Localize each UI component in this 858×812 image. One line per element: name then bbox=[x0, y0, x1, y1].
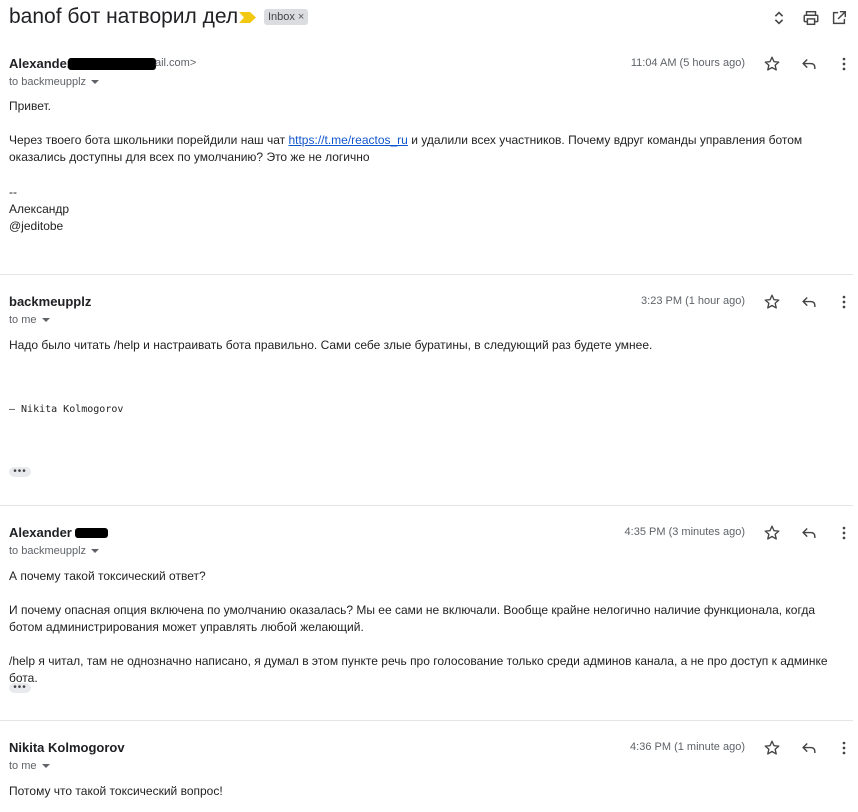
recipient-dropdown[interactable]: to backmeupplz bbox=[9, 76, 100, 88]
sender-name[interactable]: Alexander bbox=[9, 525, 72, 540]
recipient-text: to me bbox=[9, 760, 37, 772]
inbox-label-text: Inbox bbox=[268, 11, 295, 23]
redacted-surname bbox=[75, 528, 108, 538]
sender-name[interactable]: Alexander bbox=[9, 56, 72, 71]
message-time: 4:36 PM (1 minute ago) bbox=[630, 741, 745, 753]
more-options-icon[interactable] bbox=[834, 292, 854, 312]
message-time: 11:04 AM (5 hours ago) bbox=[630, 57, 745, 69]
more-options-icon[interactable] bbox=[834, 738, 854, 758]
recipient-text: to me bbox=[9, 314, 37, 326]
more-options-icon[interactable] bbox=[834, 54, 854, 74]
body-paragraph: А почему такой токсический ответ? bbox=[9, 569, 206, 583]
redacted-email bbox=[68, 58, 156, 70]
signature-handle: @jeditobe bbox=[9, 219, 64, 233]
show-trimmed-content-button[interactable]: ••• bbox=[9, 467, 31, 477]
star-icon[interactable] bbox=[762, 54, 782, 74]
open-in-new-window-icon[interactable] bbox=[829, 8, 849, 28]
body-paragraph: Через твоего бота школьники порейдили на… bbox=[9, 133, 803, 164]
chat-link[interactable]: https://t.me/reactos_ru bbox=[288, 133, 407, 147]
recipient-dropdown[interactable]: to backmeupplz bbox=[9, 545, 100, 557]
body-paragraph: И почему опасная опция включена по умолч… bbox=[9, 603, 815, 634]
reply-icon[interactable] bbox=[799, 738, 819, 758]
subject-title: banof бот натворил дел bbox=[9, 5, 239, 28]
recipient-text: to backmeupplz bbox=[9, 76, 87, 88]
star-icon[interactable] bbox=[762, 523, 782, 543]
message-body: Привет. Через твоего бота школьники поре… bbox=[9, 98, 848, 235]
divider bbox=[0, 720, 853, 721]
chevron-down-icon bbox=[91, 80, 100, 85]
chevron-down-icon bbox=[41, 318, 50, 323]
importance-marker-icon[interactable] bbox=[239, 12, 256, 23]
chevron-down-icon bbox=[91, 549, 100, 554]
divider bbox=[0, 505, 853, 506]
chevron-down-icon bbox=[41, 764, 50, 769]
sender-name[interactable]: Nikita Kolmogorov bbox=[9, 740, 125, 755]
signature-separator: -- bbox=[9, 185, 17, 199]
inbox-label-chip[interactable]: Inbox × bbox=[264, 9, 309, 25]
message-body: Надо было читать /help и настраивать бот… bbox=[9, 337, 848, 354]
subject-bar: banof бот натворил дел Inbox × bbox=[0, 0, 858, 36]
print-icon[interactable] bbox=[801, 8, 821, 28]
show-trimmed-content-button[interactable]: ••• bbox=[9, 683, 31, 693]
message-body: Потому что такой токсический вопрос! bbox=[9, 783, 848, 800]
sender-email: ail.com> bbox=[155, 57, 197, 69]
greeting: Привет. bbox=[9, 99, 52, 113]
signature-name: Александр bbox=[9, 202, 70, 216]
star-icon[interactable] bbox=[762, 738, 782, 758]
message-time: 3:23 PM (1 hour ago) bbox=[641, 295, 745, 307]
signature: — Nikita Kolmogorov bbox=[9, 404, 124, 415]
reply-icon[interactable] bbox=[799, 523, 819, 543]
expand-collapse-icon[interactable] bbox=[769, 8, 789, 28]
recipient-text: to backmeupplz bbox=[9, 545, 87, 557]
recipient-dropdown[interactable]: to me bbox=[9, 314, 50, 326]
reply-icon[interactable] bbox=[799, 292, 819, 312]
recipient-dropdown[interactable]: to me bbox=[9, 760, 50, 772]
more-options-icon[interactable] bbox=[834, 523, 854, 543]
body-text: Потому что такой токсический вопрос! bbox=[9, 784, 223, 798]
message-body: А почему такой токсический ответ? И поче… bbox=[9, 568, 848, 687]
star-icon[interactable] bbox=[762, 292, 782, 312]
body-paragraph: /help я читал, там не однозначно написан… bbox=[9, 654, 828, 685]
divider bbox=[0, 274, 853, 275]
body-text: Надо было читать /help и настраивать бот… bbox=[9, 338, 653, 352]
sender-name[interactable]: backmeupplz bbox=[9, 294, 91, 309]
message-time: 4:35 PM (3 minutes ago) bbox=[624, 526, 745, 538]
remove-label-icon[interactable]: × bbox=[298, 11, 304, 23]
reply-icon[interactable] bbox=[799, 54, 819, 74]
